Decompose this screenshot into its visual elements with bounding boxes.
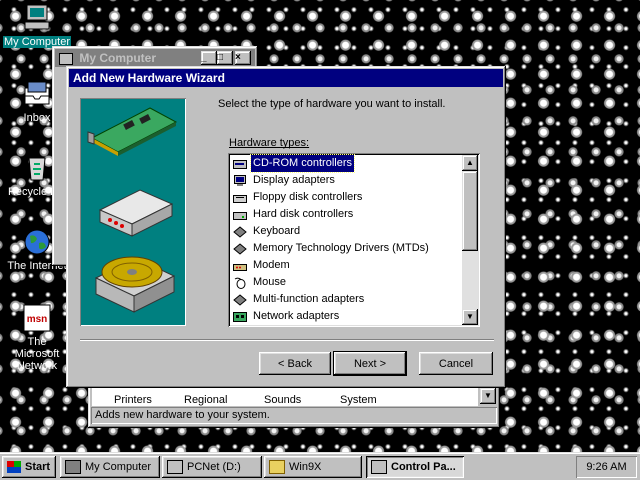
hardware-type-item[interactable]: CD-ROM controllers bbox=[230, 154, 462, 173]
minimize-button[interactable]: _ bbox=[201, 51, 217, 65]
desktop-icon-label: The Microsoft Network bbox=[14, 336, 60, 372]
hardware-type-label: Multi-function adapters bbox=[253, 293, 365, 305]
desktop-icon-label: Inbox bbox=[23, 112, 51, 124]
globe-icon bbox=[21, 226, 53, 258]
system-tray: 9:26 AM bbox=[576, 456, 637, 478]
status-text: Adds new hardware to your system. bbox=[95, 409, 270, 421]
inbox-icon bbox=[21, 78, 53, 110]
hardware-type-label: Floppy disk controllers bbox=[253, 191, 363, 203]
my-computer-icon bbox=[21, 2, 53, 34]
desktop-icon-my-computer[interactable]: My Computer bbox=[2, 2, 72, 48]
item-regional[interactable]: Regional bbox=[184, 394, 227, 406]
wizard-titlebar[interactable]: Add New Hardware Wizard bbox=[69, 69, 503, 87]
hardware-type-item[interactable]: Modem bbox=[230, 257, 462, 274]
hardware-type-label: Mouse bbox=[253, 276, 287, 288]
start-button[interactable]: Start bbox=[2, 456, 56, 478]
my-computer-icon bbox=[65, 460, 81, 475]
desktop-icon-microsoft-network[interactable]: msn The Microsoft Network bbox=[2, 302, 72, 372]
hardware-type-item[interactable]: Keyboard bbox=[230, 223, 462, 240]
modem-icon bbox=[233, 260, 247, 272]
cancel-button[interactable]: Cancel bbox=[419, 352, 493, 375]
my-computer-titlebar[interactable]: My Computer _ □ × bbox=[55, 49, 255, 67]
keyboard-icon bbox=[233, 225, 247, 238]
expansion-card-icon bbox=[87, 107, 178, 156]
status-bar: Adds new hardware to your system. bbox=[91, 407, 497, 424]
folder-icon bbox=[269, 460, 285, 475]
back-button[interactable]: < Back bbox=[259, 352, 331, 375]
network-adapter-icon bbox=[233, 311, 247, 323]
windows-logo-icon bbox=[7, 461, 21, 474]
scroll-up-button[interactable]: ▲ bbox=[462, 155, 478, 171]
hardware-type-item[interactable]: Multi-function adapters bbox=[230, 291, 462, 308]
next-button[interactable]: Next > bbox=[333, 351, 407, 376]
hardware-type-item[interactable]: Floppy disk controllers bbox=[230, 189, 462, 206]
clock[interactable]: 9:26 AM bbox=[586, 461, 626, 473]
wizard-title: Add New Hardware Wizard bbox=[73, 71, 225, 85]
scroll-down-button[interactable]: ▼ bbox=[480, 388, 496, 404]
modem-box-icon bbox=[98, 189, 174, 237]
display-adapter-icon bbox=[233, 174, 247, 187]
hard-disk-controller-icon bbox=[233, 209, 247, 221]
hardware-type-label: Memory Technology Drivers (MTDs) bbox=[253, 242, 429, 254]
multifunction-icon bbox=[233, 293, 247, 306]
taskbar-button-control-panel[interactable]: Control Pa... bbox=[366, 456, 464, 478]
icon-view-area: Printers Regional Sounds System bbox=[92, 386, 478, 406]
mtd-icon bbox=[233, 242, 247, 255]
wizard-separator bbox=[80, 339, 494, 341]
scroll-down-button[interactable]: ▼ bbox=[462, 309, 478, 325]
hardware-type-item[interactable]: Memory Technology Drivers (MTDs) bbox=[230, 240, 462, 257]
hardware-illustration bbox=[87, 107, 178, 313]
hardware-list: CD-ROM controllers Display adapters Floppy… bbox=[230, 154, 462, 325]
hardware-type-label: Display adapters bbox=[253, 174, 335, 186]
item-sounds[interactable]: Sounds bbox=[264, 394, 301, 406]
hardware-types-label: Hardware types: bbox=[229, 137, 310, 149]
my-computer-window-icon bbox=[59, 52, 73, 65]
window-title: My Computer bbox=[79, 51, 157, 65]
vertical-scrollbar[interactable]: ▲ ▼ bbox=[462, 155, 478, 325]
item-printers[interactable]: Printers bbox=[114, 394, 152, 406]
maximize-button[interactable]: □ bbox=[217, 51, 233, 65]
hardware-type-label: Modem bbox=[253, 259, 290, 271]
hardware-type-item[interactable]: Mouse bbox=[230, 274, 462, 291]
hardware-type-label: CD-ROM controllers bbox=[249, 154, 356, 173]
hardware-type-label: Hard disk controllers bbox=[253, 208, 354, 220]
hardware-types-listbox[interactable]: CD-ROM controllers Display adapters Floppy… bbox=[228, 153, 480, 327]
recycle-bin-icon bbox=[21, 152, 53, 184]
taskbar-button-pcnet[interactable]: PCNet (D:) bbox=[162, 456, 262, 478]
hardware-type-item[interactable]: Display adapters bbox=[230, 172, 462, 189]
hardware-type-label: Network adapters bbox=[253, 310, 340, 322]
hardware-type-item[interactable]: Network adapters bbox=[230, 308, 462, 325]
msn-icon: msn bbox=[21, 302, 53, 334]
hardware-type-label: Keyboard bbox=[253, 225, 301, 237]
floppy-controller-icon bbox=[233, 192, 247, 204]
control-panel-icon bbox=[371, 460, 387, 475]
close-button[interactable]: × bbox=[235, 51, 251, 65]
scroll-thumb[interactable] bbox=[462, 171, 478, 251]
taskbar-button-win9x[interactable]: Win9X bbox=[264, 456, 362, 478]
network-drive-icon bbox=[167, 460, 183, 475]
cdrom-controller-icon bbox=[233, 158, 247, 170]
item-system[interactable]: System bbox=[340, 394, 377, 406]
taskbar-button-my-computer[interactable]: My Computer bbox=[60, 456, 160, 478]
wizard-illustration bbox=[80, 98, 186, 326]
mouse-icon bbox=[233, 277, 247, 289]
wizard-instruction: Select the type of hardware you want to … bbox=[218, 98, 446, 110]
svg-text:msn: msn bbox=[27, 314, 48, 325]
hard-disk-icon bbox=[94, 256, 176, 313]
hardware-type-item[interactable]: Hard disk controllers bbox=[230, 206, 462, 223]
